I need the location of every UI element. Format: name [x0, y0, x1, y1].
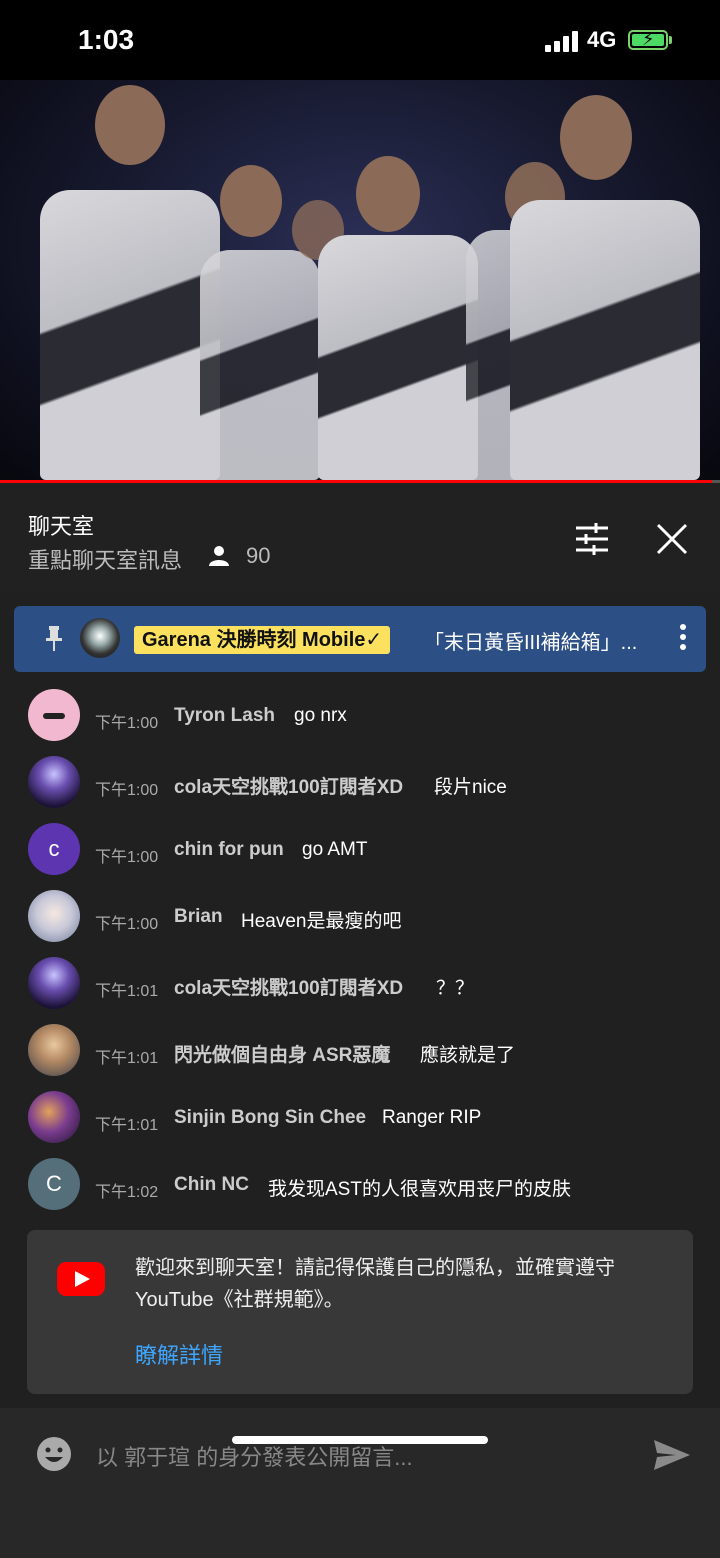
message-composer: 以 郭于瑄 的身分發表公開留言...	[0, 1408, 720, 1558]
welcome-text: 歡迎來到聊天室！請記得保護自己的隱私，並確實遵守 YouTube《社群規範》。	[135, 1257, 615, 1311]
message-text: 段片nice	[434, 777, 507, 798]
message-time: 下午1:00	[95, 715, 159, 732]
pin-icon	[46, 626, 62, 651]
chat-message[interactable]: 下午1:00 Brian Heaven是最瘦的吧	[0, 886, 720, 950]
chat-header: 聊天室 重點聊天室訊息 90	[0, 483, 720, 593]
pinned-message[interactable]: Garena 決勝時刻 Mobile✓ 「末日黃昏III補給箱」...	[14, 606, 706, 672]
clock: 1:03	[78, 24, 135, 55]
message-text: 應該就是了	[420, 1045, 516, 1066]
avatar	[80, 618, 120, 658]
message-time: 下午1:02	[95, 1184, 159, 1201]
message-text: 我发现AST的人很喜欢用丧尸的皮肤	[268, 1179, 571, 1200]
message-author[interactable]: 閃光做個自由身 ASR惡魔	[174, 1040, 390, 1067]
person-figure	[40, 190, 220, 480]
chat-message[interactable]: 下午1:01 cola天空挑戰100訂閱者XD ？？	[0, 953, 720, 1017]
message-text: ？？	[436, 978, 475, 999]
chat-title: 聊天室	[28, 514, 95, 539]
message-text: go nrx	[294, 705, 347, 726]
youtube-logo-icon	[57, 1262, 105, 1296]
live-video-player[interactable]	[0, 80, 720, 482]
signal-icon	[545, 30, 579, 52]
message-time: 下午1:01	[95, 1050, 159, 1067]
avatar[interactable]	[28, 890, 80, 942]
more-options-icon[interactable]	[678, 624, 688, 654]
chat-message[interactable]: c 下午1:00 chin for pun go AMT	[0, 819, 720, 883]
chat-message[interactable]: 下午1:00 Tyron Lash go nrx	[0, 685, 720, 749]
avatar[interactable]	[28, 957, 80, 1009]
chat-input[interactable]: 以 郭于瑄 的身分發表公開留言...	[96, 1440, 413, 1472]
battery-icon: ⚡	[628, 29, 668, 50]
message-time: 下午1:00	[95, 849, 159, 866]
pinned-author-badge: Garena 決勝時刻 Mobile✓	[134, 626, 391, 654]
message-text: Ranger RIP	[382, 1107, 482, 1128]
person-icon	[209, 546, 229, 566]
message-time: 下午1:00	[95, 782, 159, 799]
home-indicator[interactable]	[232, 1436, 488, 1444]
welcome-banner: 歡迎來到聊天室！請記得保護自己的隱私，並確實遵守 YouTube《社群規範》。 …	[27, 1230, 693, 1394]
chat-message[interactable]: 下午1:01 閃光做個自由身 ASR惡魔 應該就是了	[0, 1020, 720, 1084]
emoji-icon[interactable]	[36, 1436, 72, 1472]
viewer-count: 90	[246, 543, 271, 568]
close-icon[interactable]	[652, 519, 692, 559]
pinned-message-text: 「末日黃昏III補給箱」...	[424, 632, 638, 654]
learn-more-link[interactable]: 瞭解詳情	[135, 1338, 223, 1370]
message-time: 下午1:01	[95, 983, 159, 1000]
chat-message[interactable]: 下午1:01 Sinjin Bong Sin Chee Ranger RIP	[0, 1087, 720, 1151]
message-author[interactable]: Sinjin Bong Sin Chee	[174, 1107, 366, 1129]
send-icon[interactable]	[652, 1438, 692, 1472]
avatar[interactable]	[28, 756, 80, 808]
message-author[interactable]: Brian	[174, 906, 223, 928]
avatar[interactable]	[28, 1024, 80, 1076]
status-bar: 1:03 4G ⚡	[0, 0, 720, 80]
message-author[interactable]: Chin NC	[174, 1174, 249, 1196]
avatar[interactable]: c	[28, 823, 80, 875]
avatar[interactable]	[28, 689, 80, 741]
message-author[interactable]: chin for pun	[174, 839, 284, 861]
message-text: Heaven是最瘦的吧	[241, 911, 402, 932]
chat-message[interactable]: C 下午1:02 Chin NC 我发现AST的人很喜欢用丧尸的皮肤	[0, 1154, 720, 1218]
message-author[interactable]: cola天空挑戰100訂閱者XD	[174, 772, 403, 799]
network-type: 4G	[587, 27, 617, 52]
message-time: 下午1:00	[95, 916, 159, 933]
avatar[interactable]	[28, 1091, 80, 1143]
chat-mode-selector[interactable]: 重點聊天室訊息	[28, 543, 182, 575]
message-time: 下午1:01	[95, 1117, 159, 1134]
filter-settings-icon[interactable]	[572, 519, 612, 559]
message-author[interactable]: Tyron Lash	[174, 705, 275, 727]
message-text: go AMT	[302, 839, 368, 860]
avatar[interactable]: C	[28, 1158, 80, 1210]
message-author[interactable]: cola天空挑戰100訂閱者XD	[174, 973, 403, 1000]
chat-message[interactable]: 下午1:00 cola天空挑戰100訂閱者XD 段片nice	[0, 752, 720, 816]
